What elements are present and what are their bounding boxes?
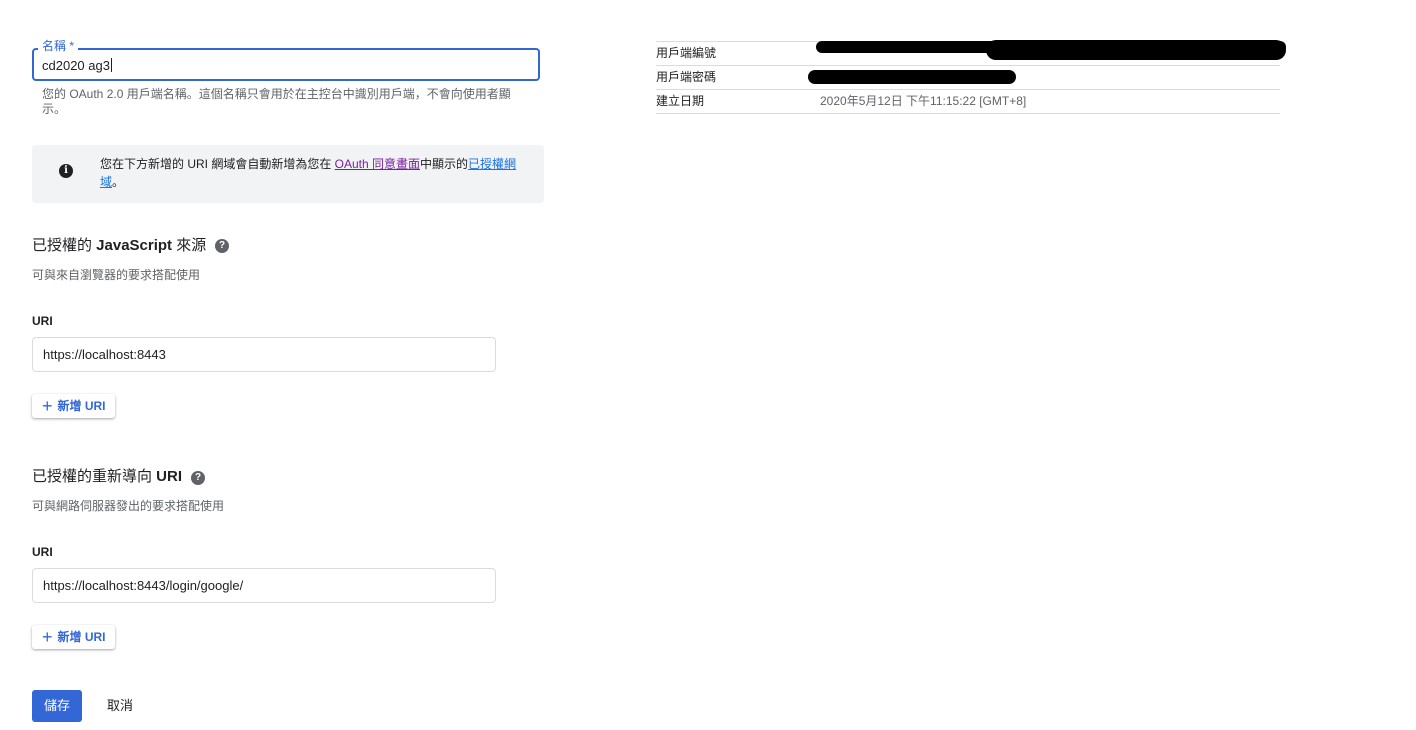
- redirect-uris-title: 已授權的重新導向 URI: [32, 468, 183, 485]
- name-field-label: 名稱 *: [38, 39, 79, 53]
- redaction-mark: [986, 40, 1286, 60]
- name-input-value[interactable]: cd2020 ag3: [42, 58, 112, 74]
- redirect-uri-label: URI: [32, 545, 53, 559]
- client-info-table: 用戶端編號 ntent.com 用戶端密碼 建立日期 2020年5月12日 下午…: [656, 40, 1286, 114]
- add-redirect-uri-button[interactable]: + 新增 URI: [32, 625, 115, 649]
- creation-date-row: 建立日期 2020年5月12日 下午11:15:22 [GMT+8]: [656, 89, 1280, 114]
- text-caret: [110, 58, 112, 72]
- redirect-uri-input[interactable]: https://localhost:8443/login/google/: [32, 568, 496, 603]
- client-secret-label: 用戶端密碼: [656, 70, 717, 84]
- js-origins-title: 已授權的 JavaScript 來源: [32, 237, 207, 254]
- save-button[interactable]: 儲存: [32, 690, 82, 722]
- info-banner-text: 您在下方新增的 URI 網域會自動新增為您在 OAuth 同意畫面中顯示的已授權…: [100, 157, 517, 189]
- plus-icon: +: [42, 396, 53, 416]
- info-icon: i: [59, 164, 73, 178]
- creation-date-label: 建立日期: [656, 94, 705, 108]
- oauth-consent-link[interactable]: OAuth 同意畫面: [335, 157, 420, 171]
- client-secret-row: 用戶端密碼: [656, 65, 1280, 89]
- js-origins-subtitle: 可與來自瀏覽器的要求搭配使用: [32, 268, 201, 282]
- js-origins-uri-label: URI: [32, 314, 53, 328]
- client-id-row: 用戶端編號 ntent.com: [656, 40, 1286, 65]
- plus-icon: +: [42, 627, 53, 647]
- js-origin-uri-input[interactable]: https://localhost:8443: [32, 337, 496, 372]
- name-helper-text: 您的 OAuth 2.0 用戶端名稱。這個名稱只會用於在主控台中識別用戶端，不會…: [42, 87, 511, 116]
- redirect-uris-subtitle: 可與網路伺服器發出的要求搭配使用: [32, 499, 225, 513]
- help-icon[interactable]: ?: [215, 239, 229, 253]
- help-icon[interactable]: ?: [191, 471, 205, 485]
- add-js-origin-button[interactable]: + 新增 URI: [32, 394, 115, 418]
- creation-date-value: 2020年5月12日 下午11:15:22 [GMT+8]: [820, 94, 1027, 108]
- cancel-button[interactable]: 取消: [100, 690, 140, 722]
- client-id-label: 用戶端編號: [656, 46, 717, 60]
- redaction-mark: [808, 70, 1016, 84]
